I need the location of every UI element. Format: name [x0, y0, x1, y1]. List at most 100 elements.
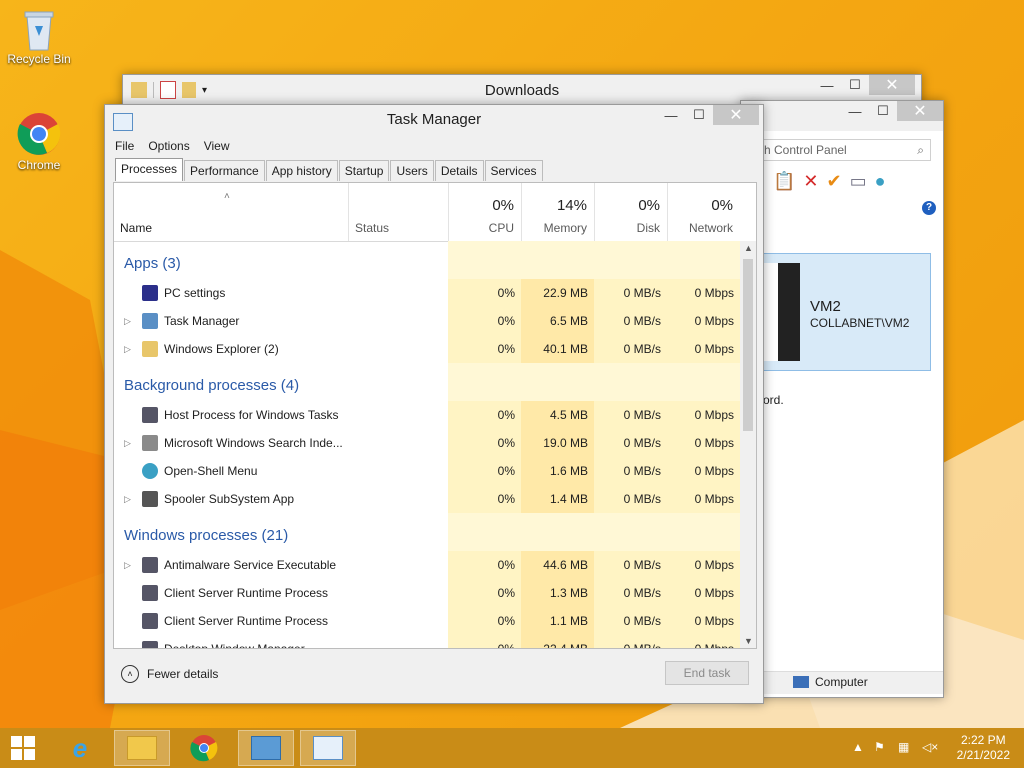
- task-manager-window[interactable]: Task Manager — ☐ ✕ File Options View Pro…: [104, 104, 764, 704]
- gear-icon: [142, 285, 158, 301]
- task-manager-icon: [313, 736, 343, 760]
- table-row[interactable]: PC settings 0% 22.9 MB 0 MB/s 0 Mbps: [114, 279, 740, 307]
- column-status-cell[interactable]: Status: [348, 183, 449, 241]
- process-rows: Apps (3) Background processes (4) Window…: [114, 241, 740, 648]
- table-row[interactable]: Client Server Runtime Process 0% 1.1 MB 0 M…: [114, 607, 740, 635]
- tab-processes[interactable]: Processes: [115, 158, 184, 181]
- network-value: 0 Mbps: [667, 307, 740, 335]
- control-panel-window[interactable]: — ☐ ✕ h Control Panel ⌕ 📋 ✕ ✔ ▭ ● ? VM2 …: [740, 100, 944, 698]
- taskbar-task-manager[interactable]: [300, 730, 356, 766]
- table-row[interactable]: Open-Shell Menu 0% 1.6 MB 0 MB/s 0 Mbps: [114, 457, 740, 485]
- process-name: Task Manager: [164, 314, 240, 328]
- help-icon[interactable]: ?: [922, 201, 936, 215]
- tab-app-history[interactable]: App history: [265, 160, 338, 181]
- check-icon[interactable]: ✔: [827, 171, 842, 192]
- tab-details[interactable]: Details: [434, 160, 484, 181]
- table-row[interactable]: ▷ Spooler SubSystem App 0% 1.4 MB 0 MB/s 0 Mb…: [114, 485, 740, 513]
- table-row[interactable]: Desktop Window Manager 0% 22.4 MB 0 MB/s 0 M…: [114, 635, 740, 648]
- start-button[interactable]: [0, 730, 46, 766]
- memory-value: 1.3 MB: [521, 579, 594, 607]
- memory-value: 1.1 MB: [521, 607, 594, 635]
- expand-icon[interactable]: ▷: [124, 307, 131, 335]
- expand-icon[interactable]: ▷: [124, 429, 131, 457]
- process-icon: [142, 613, 158, 629]
- cpu-value: 0%: [448, 335, 521, 363]
- clipboard-icon[interactable]: 📋: [773, 171, 795, 192]
- process-icon: [142, 641, 158, 648]
- globe-icon[interactable]: ●: [875, 171, 886, 192]
- menu-file[interactable]: File: [115, 139, 134, 153]
- scroll-down-icon[interactable]: ▼: [744, 636, 753, 646]
- scroll-up-icon[interactable]: ▲: [744, 243, 753, 253]
- taskbar-file-explorer[interactable]: [114, 730, 170, 766]
- column-name[interactable]: Name: [120, 221, 152, 235]
- show-hidden-icons-icon[interactable]: ▲: [852, 740, 864, 754]
- cp-maximize-button[interactable]: ☐: [869, 101, 897, 121]
- maximize-button[interactable]: ☐: [685, 105, 713, 125]
- column-disk[interactable]: 0% Disk: [594, 183, 668, 241]
- process-icon: [142, 557, 158, 573]
- minimize-button[interactable]: —: [657, 105, 685, 125]
- scroll-thumb[interactable]: [743, 259, 753, 431]
- system-clock[interactable]: 2:22 PM 2/21/2022: [957, 733, 1010, 763]
- desktop-icon-recycle-bin[interactable]: Recycle Bin: [4, 6, 74, 66]
- delete-icon[interactable]: ✕: [803, 171, 818, 192]
- column-cpu[interactable]: 0% CPU: [448, 183, 522, 241]
- close-button[interactable]: ✕: [869, 75, 915, 95]
- expand-icon[interactable]: ▷: [124, 335, 131, 363]
- taskbar-chrome[interactable]: [176, 730, 232, 766]
- table-row[interactable]: Client Server Runtime Process 0% 1.3 MB 0 M…: [114, 579, 740, 607]
- user-tile[interactable]: VM2 COLLABNET\VM2: [763, 253, 931, 371]
- minimize-button[interactable]: —: [813, 75, 841, 95]
- taskbar-control-panel[interactable]: [238, 730, 294, 766]
- process-name: Windows Explorer (2): [164, 342, 279, 356]
- memory-value: 4.5 MB: [521, 401, 594, 429]
- maximize-button[interactable]: ☐: [841, 75, 869, 95]
- network-total: 0%: [711, 197, 733, 214]
- card-icon[interactable]: ▭: [850, 171, 867, 192]
- memory-value: 22.4 MB: [521, 635, 594, 648]
- downloads-title: Downloads: [484, 82, 560, 99]
- search-placeholder: h Control Panel: [764, 143, 847, 157]
- expand-icon[interactable]: ▷: [124, 485, 131, 513]
- network-icon[interactable]: ▦: [898, 740, 909, 754]
- volume-muted-icon[interactable]: ◁×: [922, 740, 938, 754]
- group-apps: Apps (3): [124, 255, 181, 272]
- column-network[interactable]: 0% Network: [667, 183, 741, 241]
- windows-logo-icon: [11, 736, 35, 760]
- disk-value: 0 MB/s: [594, 307, 667, 335]
- process-list: ˄ Name Status 0% CPU 14% Memory 0% Disk …: [113, 182, 757, 649]
- table-row[interactable]: ▷ Windows Explorer (2) 0% 40.1 MB 0 MB/s 0 Mb…: [114, 335, 740, 363]
- column-memory[interactable]: 14% Memory: [521, 183, 595, 241]
- cp-close-button[interactable]: ✕: [897, 101, 943, 121]
- fewer-details-button[interactable]: ˄ Fewer details: [121, 665, 218, 683]
- end-task-button[interactable]: End task: [665, 661, 749, 685]
- clock-date: 2/21/2022: [956, 748, 1010, 762]
- cp-minimize-button[interactable]: —: [841, 101, 869, 121]
- cp-toolbar: 📋 ✕ ✔ ▭ ●: [773, 171, 886, 192]
- menu-options[interactable]: Options: [148, 139, 189, 153]
- disk-value: 0 MB/s: [594, 635, 667, 648]
- expand-icon[interactable]: ▷: [124, 551, 131, 579]
- cpu-value: 0%: [448, 635, 521, 648]
- tab-startup[interactable]: Startup: [338, 160, 390, 181]
- network-value: 0 Mbps: [667, 429, 740, 457]
- close-button[interactable]: ✕: [713, 105, 759, 125]
- tab-performance[interactable]: Performance: [184, 160, 265, 181]
- vertical-scrollbar[interactable]: ▲ ▼: [740, 241, 756, 648]
- table-row[interactable]: Host Process for Windows Tasks 0% 4.5 MB 0 …: [114, 401, 740, 429]
- action-center-icon[interactable]: ⚑: [874, 740, 885, 754]
- taskbar-ie[interactable]: e: [52, 730, 108, 766]
- control-panel-search-input[interactable]: h Control Panel ⌕: [761, 139, 931, 161]
- network-value: 0 Mbps: [667, 579, 740, 607]
- process-name: Client Server Runtime Process: [164, 614, 329, 628]
- cpu-value: 0%: [448, 485, 521, 513]
- table-row[interactable]: ▷ Antimalware Service Executable 0% 44.6 MB…: [114, 551, 740, 579]
- tab-users[interactable]: Users: [390, 160, 434, 181]
- tab-services[interactable]: Services: [484, 160, 543, 181]
- menu-view[interactable]: View: [204, 139, 230, 153]
- printer-icon: [142, 491, 158, 507]
- desktop-icon-chrome[interactable]: Chrome: [4, 112, 74, 172]
- table-row[interactable]: ▷ Task Manager 0% 6.5 MB 0 MB/s 0 Mbps: [114, 307, 740, 335]
- table-row[interactable]: ▷ Microsoft Windows Search Inde... 0% 19.0 …: [114, 429, 740, 457]
